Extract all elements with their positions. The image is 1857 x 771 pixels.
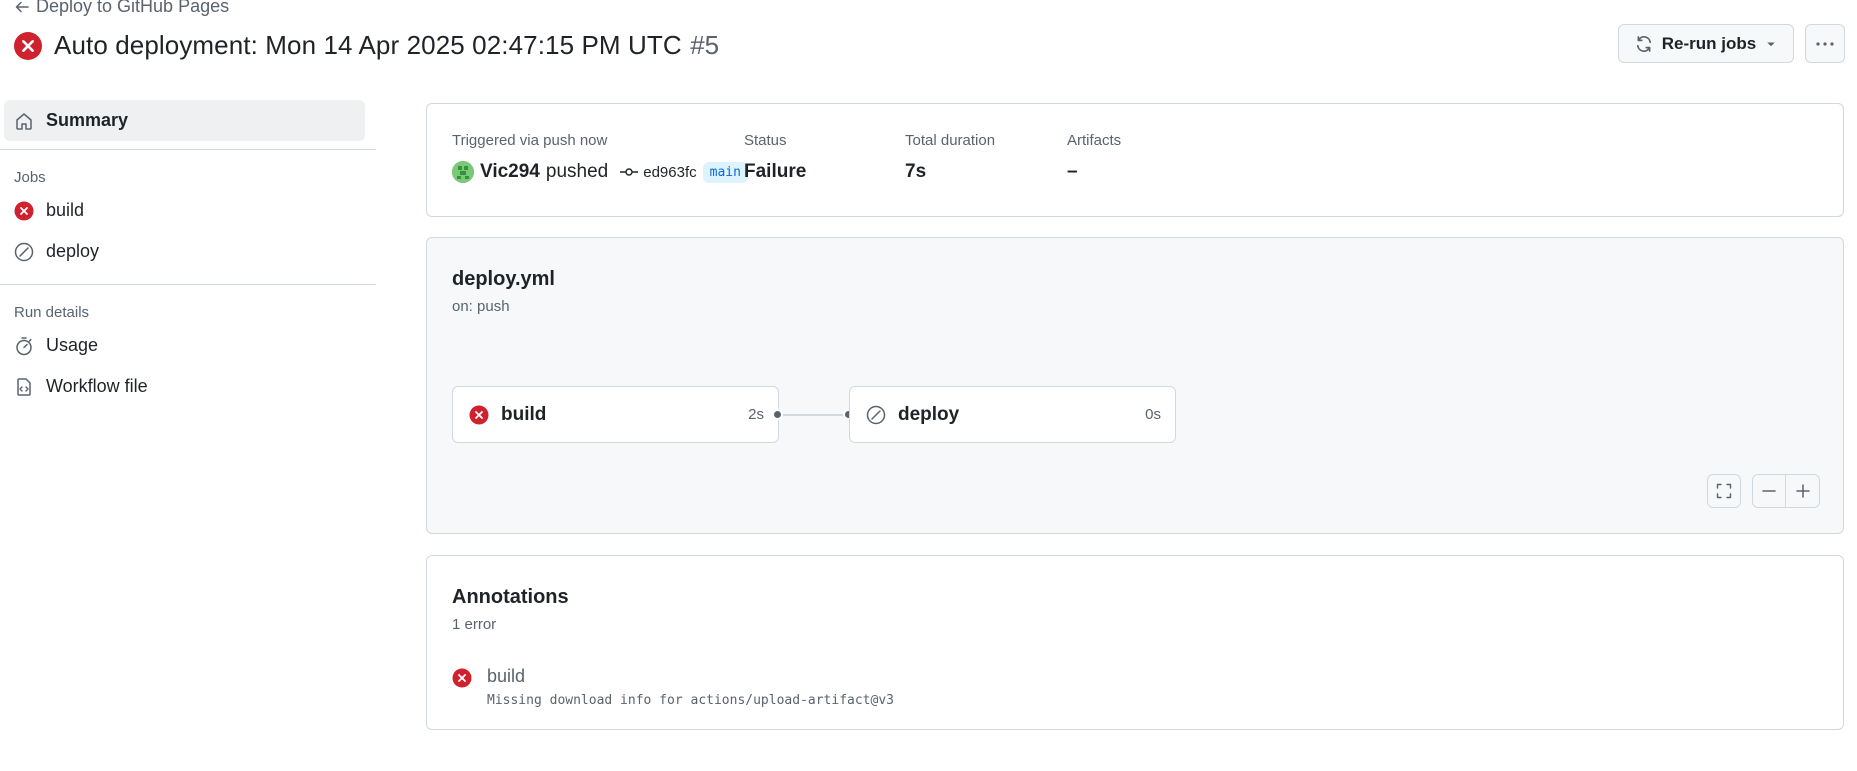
sidebar-item-summary[interactable]: Summary [4, 100, 365, 141]
trigger-label: Triggered via push now [452, 132, 608, 149]
sidebar-item-deploy[interactable]: deploy [0, 231, 376, 272]
minus-icon [1762, 490, 1776, 492]
artifacts-value: – [1067, 161, 1078, 182]
job-connector [778, 414, 851, 416]
x-circle-fill-icon [14, 31, 42, 60]
action-text: pushed [545, 161, 609, 182]
rerun-jobs-label: Re-run jobs [1661, 33, 1757, 53]
sidebar-item-label: Workflow file [46, 376, 148, 396]
arrow-left-icon [15, 1, 29, 12]
fullscreen-button-group [1707, 474, 1741, 508]
duration-label: Total duration [905, 132, 996, 149]
x-circle-fill-icon [469, 405, 489, 424]
annotations-count: 1 error [452, 616, 497, 633]
file-code-icon [17, 377, 31, 396]
run-summary-card: Triggered via push now Vic294 pushed ed9… [426, 103, 1844, 217]
duration-value[interactable]: 7s [905, 161, 995, 183]
annotation-job[interactable]: build [487, 666, 894, 687]
zoom-controls [1752, 474, 1820, 508]
skip-icon [866, 405, 886, 424]
back-link-label: Deploy to GitHub Pages [36, 0, 230, 16]
git-commit-icon [620, 168, 639, 176]
run-number: #5 [690, 30, 720, 60]
commit-sha: ed963fc [643, 163, 697, 181]
job-node-name: build [501, 403, 547, 425]
job-node-duration: 2s [748, 406, 764, 423]
workflow-graph-card: deploy.yml on: push build 2s deploy 0s [426, 237, 1844, 534]
sidebar-heading-jobs: Jobs [14, 169, 46, 186]
sync-icon [1636, 35, 1651, 52]
fullscreen-button[interactable] [1707, 474, 1741, 508]
sidebar: Summary Jobs build deploy Run details Us… [0, 100, 376, 407]
actor-link[interactable]: Vic294 [480, 161, 540, 183]
status-label: Status [744, 132, 787, 149]
status-value: Failure [744, 161, 807, 182]
sidebar-item-label: Usage [46, 335, 99, 355]
artifacts-label: Artifacts [1067, 132, 1122, 149]
job-node-build[interactable]: build 2s [452, 386, 779, 443]
trigger-info: Triggered via push now Vic294 pushed ed9… [452, 132, 748, 183]
job-node-duration: 0s [1145, 406, 1161, 423]
plus-icon [1795, 484, 1810, 498]
commit-link[interactable]: ed963fc [620, 163, 697, 181]
x-circle-fill-icon [452, 668, 472, 688]
connector-dot [772, 409, 783, 420]
status-info: Status Failure [744, 132, 806, 183]
workflow-trigger: on: push [452, 298, 510, 315]
identicon-icon [452, 161, 474, 183]
zoom-in-button[interactable] [1786, 474, 1820, 508]
rerun-jobs-button[interactable]: Re-run jobs [1618, 24, 1794, 63]
x-circle-fill-icon [14, 201, 34, 220]
branch-badge[interactable]: main [702, 161, 748, 183]
sidebar-item-label: deploy [46, 241, 100, 261]
zoom-out-button[interactable] [1752, 474, 1786, 508]
sidebar-item-workflow-file[interactable]: Workflow file [0, 366, 376, 407]
artifacts-info: Artifacts – [1067, 132, 1121, 183]
home-icon [16, 112, 32, 130]
annotation-item[interactable]: build Missing download info for actions/… [452, 666, 894, 708]
stopwatch-icon [16, 336, 32, 355]
avatar[interactable] [452, 161, 474, 183]
back-link[interactable]: Deploy to GitHub Pages [14, 0, 229, 17]
sidebar-item-label: Summary [46, 110, 129, 130]
sidebar-heading-run-details: Run details [14, 304, 90, 321]
sidebar-item-usage[interactable]: Usage [0, 325, 376, 366]
duration-info: Total duration 7s [905, 132, 995, 183]
run-title: Auto deployment: Mon 14 Apr 2025 02:47:1… [54, 30, 682, 60]
kebab-horizontal-icon [1816, 41, 1834, 46]
triangle-down-icon [1767, 42, 1775, 46]
job-node-deploy[interactable]: deploy 0s [849, 386, 1176, 443]
annotations-card: Annotations 1 error build Missing downlo… [426, 555, 1844, 730]
job-node-name: deploy [898, 403, 960, 425]
page-title: Auto deployment: Mon 14 Apr 2025 02:47:1… [14, 30, 719, 61]
more-options-button[interactable] [1805, 24, 1845, 63]
skip-icon [14, 242, 34, 261]
screen-full-icon [1716, 483, 1732, 499]
workflow-file-name[interactable]: deploy.yml [452, 268, 555, 291]
sidebar-item-build[interactable]: build [0, 190, 376, 231]
annotations-title: Annotations [452, 586, 569, 608]
sidebar-item-label: build [46, 200, 85, 220]
annotation-message: Missing download info for actions/upload… [487, 693, 894, 708]
